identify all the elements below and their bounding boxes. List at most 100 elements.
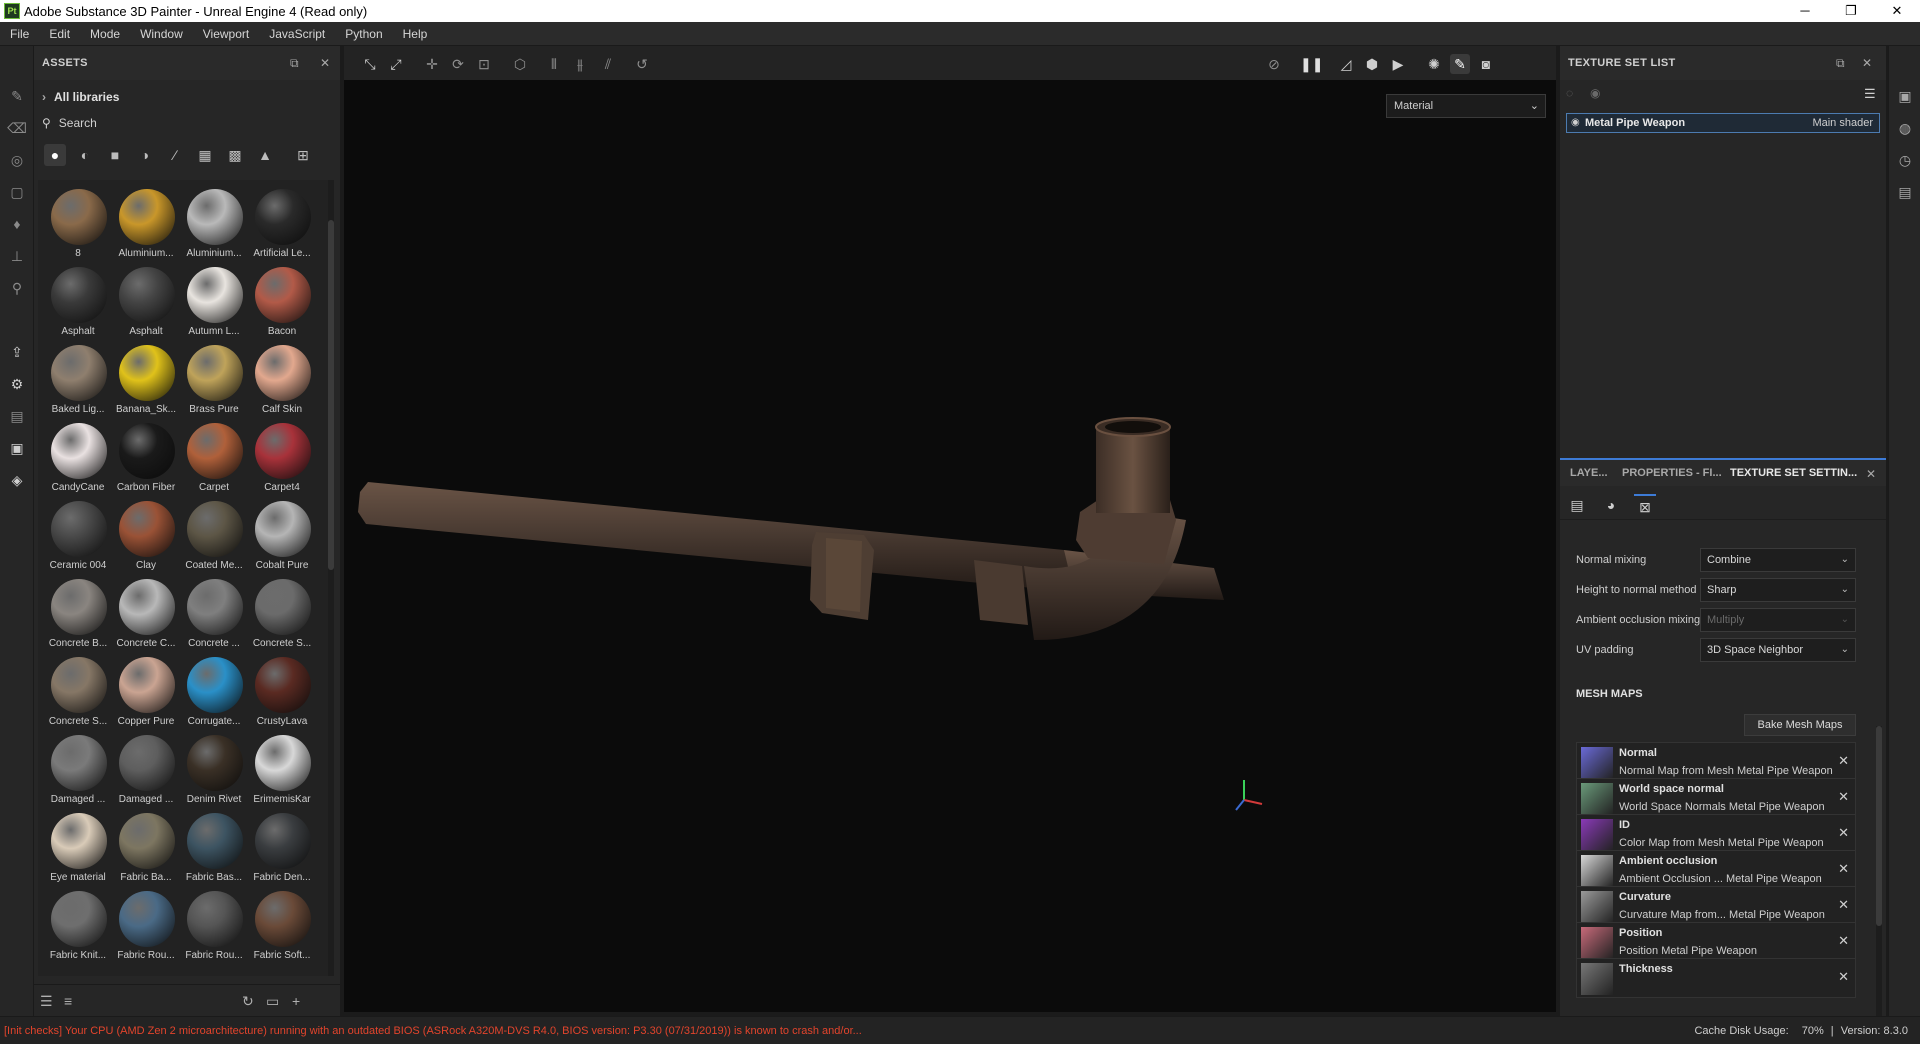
asset-tile[interactable]: Carpet (180, 418, 248, 496)
tab-properties[interactable]: PROPERTIES - FI... (1622, 467, 1722, 479)
asset-tile[interactable]: Fabric Rou... (180, 886, 248, 964)
asset-tile[interactable]: CrustyLava (248, 652, 316, 730)
menu-help[interactable]: Help (393, 22, 438, 46)
display-settings-icon[interactable]: ◈ (7, 470, 27, 490)
masks-filter-icon[interactable]: ■ (104, 144, 126, 166)
asset-tile[interactable]: Fabric Knit... (44, 886, 112, 964)
undock-icon[interactable]: ⧉ (290, 56, 299, 71)
smart-materials-filter-icon[interactable]: ◐ (74, 144, 96, 166)
paint-brush-icon[interactable]: ✎ (7, 86, 27, 106)
asset-tile[interactable]: Autumn L... (180, 262, 248, 340)
asset-tile[interactable]: Copper Pure (112, 652, 180, 730)
minimize-button[interactable]: ─ (1782, 0, 1828, 22)
maximize-button[interactable]: ❐ (1828, 0, 1874, 22)
asset-tile[interactable]: Banana_Sk... (112, 340, 180, 418)
mesh-map-row[interactable]: ID Color Map from Mesh Metal Pipe Weapon ✕ (1576, 814, 1856, 854)
asset-tile[interactable]: Denim Rivet (180, 730, 248, 808)
texture-settings-icon[interactable]: ▤ (1566, 494, 1588, 516)
close-panel-icon[interactable]: ✕ (1862, 56, 1872, 70)
brushes-filter-icon[interactable]: ∕ (164, 144, 186, 166)
menu-file[interactable]: File (0, 22, 39, 46)
menu-javascript[interactable]: JavaScript (259, 22, 335, 46)
grid-view-icon[interactable]: ⊞ (292, 144, 314, 166)
mesh-map-row[interactable]: Ambient occlusion Ambient Occlusion ... M… (1576, 850, 1856, 890)
remove-map-icon[interactable]: ✕ (1838, 825, 1849, 841)
filters-filter-icon[interactable]: ◑ (134, 144, 156, 166)
transform-icon[interactable]: ⤡ (360, 54, 380, 74)
asset-tile[interactable]: Concrete ... (180, 574, 248, 652)
mesh-map-row[interactable]: World space normal World Space Normals Me… (1576, 778, 1856, 818)
asset-tile[interactable]: Asphalt (44, 262, 112, 340)
hide-icon[interactable]: ⊘ (1264, 54, 1284, 74)
view-2d-icon[interactable]: ◿ (1336, 54, 1356, 74)
asset-tile[interactable]: Damaged ... (44, 730, 112, 808)
asset-tile[interactable]: ErimemisKar (248, 730, 316, 808)
materials-filter-icon[interactable]: ● (44, 144, 66, 166)
smudge-icon[interactable]: ♦ (7, 214, 27, 234)
asset-tile[interactable]: Carbon Fiber (112, 418, 180, 496)
asset-tile[interactable]: Aluminium... (180, 184, 248, 262)
paint-mode-icon[interactable]: ✎ (1450, 54, 1470, 74)
asset-tile[interactable]: Coated Me... (180, 496, 248, 574)
geometry-mask-icon[interactable]: ▢ (7, 182, 27, 202)
asset-tile[interactable]: Bacon (248, 262, 316, 340)
asset-tile[interactable]: Cobalt Pure (248, 496, 316, 574)
view-3d-icon[interactable]: ⬢ (1362, 54, 1382, 74)
projection-icon[interactable]: ◎ (7, 150, 27, 170)
asset-tile[interactable]: Fabric Ba... (112, 808, 180, 886)
tab-layers[interactable]: LAYE... (1570, 467, 1608, 479)
asset-tile[interactable]: Calf Skin (248, 340, 316, 418)
asset-tile[interactable]: Clay (112, 496, 180, 574)
bake-mesh-maps-button[interactable]: Bake Mesh Maps (1744, 714, 1856, 736)
move-icon[interactable]: ✛ (422, 54, 442, 74)
menu-python[interactable]: Python (335, 22, 392, 46)
polygon-fill-icon[interactable]: ▤ (7, 406, 27, 426)
asset-tile[interactable]: Concrete S... (44, 652, 112, 730)
menu-edit[interactable]: Edit (39, 22, 80, 46)
shader-settings-icon[interactable]: ◍ (1895, 118, 1915, 138)
undock-icon[interactable]: ⧉ (1836, 56, 1845, 71)
uv-padding-select[interactable]: 3D Space Neighbor ⌄ (1700, 638, 1856, 662)
mesh-map-row[interactable]: Normal Normal Map from Mesh Metal Pipe We… (1576, 742, 1856, 782)
height-to-normal-select[interactable]: Sharp ⌄ (1700, 578, 1856, 602)
eye-icon[interactable]: ◉ (1590, 86, 1600, 100)
environment-filter-icon[interactable]: ▲ (254, 144, 276, 166)
screenshot-icon[interactable]: ◙ (1476, 54, 1496, 74)
camera-icon[interactable]: ▶ (1388, 54, 1408, 74)
color-picker-icon[interactable]: ⚲ (7, 278, 27, 298)
mesh-map-row[interactable]: Curvature Curvature Map from... Metal Pip… (1576, 886, 1856, 926)
mirror-y-icon[interactable]: ⫵ (570, 54, 590, 74)
menu-icon[interactable]: ☰ (1864, 86, 1876, 102)
asset-tile[interactable]: CandyCane (44, 418, 112, 496)
asset-tile[interactable]: Corrugate... (180, 652, 248, 730)
asset-tile[interactable]: Concrete C... (112, 574, 180, 652)
mirror-x-icon[interactable]: ⫴ (544, 54, 564, 74)
scale-icon[interactable]: ⊡ (474, 54, 494, 74)
remove-map-icon[interactable]: ✕ (1838, 897, 1849, 913)
visibility-off-icon[interactable]: ◌ (1566, 86, 1573, 100)
remove-map-icon[interactable]: ✕ (1838, 933, 1849, 949)
remove-map-icon[interactable]: ✕ (1838, 969, 1849, 985)
3d-viewport[interactable]: Material ⌄ (344, 80, 1556, 1012)
refresh-icon[interactable]: ↻ (242, 993, 254, 1010)
normal-mixing-select[interactable]: Combine ⌄ (1700, 548, 1856, 572)
remove-map-icon[interactable]: ✕ (1838, 753, 1849, 769)
close-panel-icon[interactable]: ✕ (1866, 467, 1876, 481)
mirror-z-icon[interactable]: ⫽ (598, 54, 618, 74)
shelf-icon[interactable]: ▣ (7, 438, 27, 458)
remove-map-icon[interactable]: ✕ (1838, 789, 1849, 805)
mesh-map-row[interactable]: Thickness ✕ (1576, 958, 1856, 998)
procedurals-filter-icon[interactable]: ▦ (194, 144, 216, 166)
asset-tile[interactable]: Damaged ... (112, 730, 180, 808)
reset-icon[interactable]: ↺ (632, 54, 652, 74)
asset-search[interactable]: ⚲ Search (42, 116, 332, 138)
asset-tile[interactable]: Aluminium... (112, 184, 180, 262)
asset-tile[interactable]: Asphalt (112, 262, 180, 340)
asset-tile[interactable]: Carpet4 (248, 418, 316, 496)
uv-transform-icon[interactable]: ⤢ (386, 54, 406, 74)
uv-icon[interactable]: ⊠ (1634, 494, 1656, 516)
asset-tile[interactable]: Brass Pure (180, 340, 248, 418)
asset-tile[interactable]: Ceramic 004 (44, 496, 112, 574)
pause-icon[interactable]: ❚❚ (1300, 54, 1323, 74)
folder-icon[interactable]: ▭ (266, 993, 279, 1010)
